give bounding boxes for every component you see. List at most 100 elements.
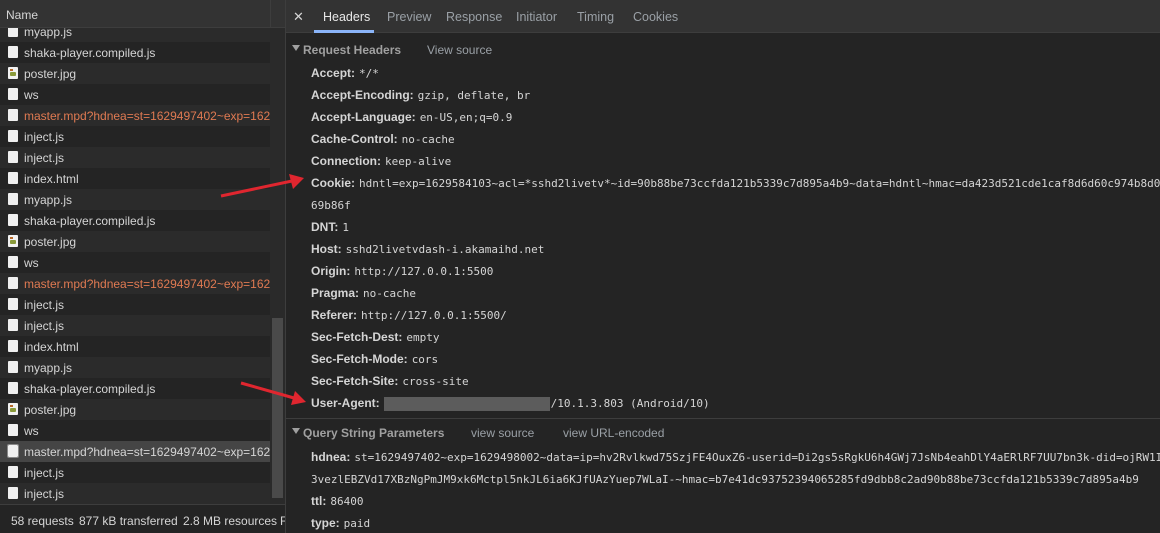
- header-key: Pragma:: [311, 286, 360, 300]
- request-row[interactable]: inject.js: [0, 147, 270, 168]
- tab-cookies[interactable]: Cookies: [633, 10, 678, 24]
- header-row: Accept-Language: en-US,en;q=0.9: [311, 110, 1160, 124]
- header-key: Origin:: [311, 264, 351, 278]
- request-details-panel: ✕ Headers Preview Response Initiator Tim…: [286, 0, 1160, 533]
- header-key: Cache-Control:: [311, 132, 398, 146]
- header-row: Origin: http://127.0.0.1:5500: [311, 264, 1160, 278]
- request-name: ws: [24, 256, 39, 270]
- request-row[interactable]: inject.js: [0, 126, 270, 147]
- request-row[interactable]: index.html: [0, 168, 270, 189]
- header-row: Referer: http://127.0.0.1:5500/: [311, 308, 1160, 322]
- header-value: http://127.0.0.1:5500/: [361, 309, 507, 322]
- tab-timing[interactable]: Timing: [577, 10, 614, 24]
- request-row[interactable]: ws: [0, 84, 270, 105]
- doc-icon: [8, 46, 18, 58]
- header-key: Host:: [311, 242, 342, 256]
- view-url-encoded-link[interactable]: view URL-encoded: [563, 426, 664, 440]
- request-name: inject.js: [24, 298, 65, 312]
- tab-headers[interactable]: Headers: [323, 10, 370, 24]
- header-key: Accept-Encoding:: [311, 88, 414, 102]
- header-value: empty: [406, 331, 440, 344]
- header-value: keep-alive: [385, 155, 452, 168]
- header-key: Sec-Fetch-Mode:: [311, 352, 408, 366]
- request-name: inject.js: [24, 151, 65, 165]
- request-row[interactable]: inject.js: [0, 483, 270, 504]
- view-source-link[interactable]: View source: [427, 43, 492, 57]
- request-row[interactable]: poster.jpg: [0, 399, 270, 420]
- doc-icon: [8, 277, 18, 289]
- image-icon: [8, 235, 18, 247]
- resources-size: 2.8 MB resources: [183, 514, 278, 528]
- name-column-header[interactable]: Name: [6, 8, 38, 22]
- header-value: en-US,en;q=0.9: [419, 111, 513, 124]
- header-row: Sec-Fetch-Mode: cors: [311, 352, 1160, 366]
- doc-icon: [8, 151, 18, 163]
- request-name: inject.js: [24, 319, 65, 333]
- query-param-value: 3vezlEBZVd17XBzNgPmJM9xk6Mctpl5nkJL6ia6K…: [311, 473, 1139, 486]
- request-row[interactable]: inject.js: [0, 294, 270, 315]
- query-params-section-header[interactable]: Query String Parameters view source view…: [286, 421, 1160, 445]
- doc-icon: [8, 340, 18, 352]
- request-row[interactable]: ws: [0, 420, 270, 441]
- request-list-header: Name: [0, 0, 285, 28]
- request-name: inject.js: [24, 466, 65, 480]
- close-icon[interactable]: ✕: [293, 9, 304, 25]
- doc-icon: [8, 361, 18, 373]
- doc-icon: [8, 487, 18, 499]
- tab-response[interactable]: Response: [446, 10, 502, 24]
- query-param-row: hdnea: st=1629497402~exp=1629498002~data=…: [311, 450, 1160, 464]
- request-row[interactable]: shaka-player.compiled.js: [0, 210, 270, 231]
- request-row[interactable]: myapp.js: [0, 189, 270, 210]
- doc-icon: [8, 382, 18, 394]
- view-source-link[interactable]: view source: [471, 426, 534, 440]
- query-param-row: ttl: 86400: [311, 494, 1160, 508]
- request-name: inject.js: [24, 130, 65, 144]
- tab-preview[interactable]: Preview: [387, 10, 431, 24]
- request-row[interactable]: inject.js: [0, 315, 270, 336]
- request-headers-title: Request Headers: [303, 43, 402, 57]
- request-row[interactable]: ws: [0, 252, 270, 273]
- header-key: Referer:: [311, 308, 358, 322]
- request-headers-section-header[interactable]: Request Headers View source: [286, 38, 1160, 62]
- request-name: myapp.js: [24, 193, 73, 207]
- query-param-key: ttl:: [311, 494, 327, 508]
- query-param-value: 86400: [330, 495, 364, 508]
- request-row[interactable]: poster.jpg: [0, 63, 270, 84]
- header-key: Accept-Language:: [311, 110, 416, 124]
- request-row[interactable]: myapp.js: [0, 357, 270, 378]
- request-row[interactable]: master.mpd?hdnea=st=1629497402~exp=162: [0, 273, 270, 294]
- request-row[interactable]: master.mpd?hdnea=st=1629497402~exp=162: [0, 441, 270, 462]
- header-row: Sec-Fetch-Site: cross-site: [311, 374, 1160, 388]
- request-row[interactable]: shaka-player.compiled.js: [0, 378, 270, 399]
- doc-icon: [8, 214, 18, 226]
- tab-initiator[interactable]: Initiator: [516, 10, 557, 24]
- header-value: cross-site: [402, 375, 469, 388]
- request-row[interactable]: master.mpd?hdnea=st=1629497402~exp=162: [0, 105, 270, 126]
- header-value: */*: [359, 67, 379, 80]
- request-row[interactable]: index.html: [0, 336, 270, 357]
- request-name: poster.jpg: [24, 403, 77, 417]
- request-row[interactable]: poster.jpg: [0, 231, 270, 252]
- request-name: master.mpd?hdnea=st=1629497402~exp=162: [24, 445, 270, 459]
- details-tab-bar: ✕ Headers Preview Response Initiator Tim…: [286, 0, 1160, 33]
- section-divider: [286, 418, 1160, 419]
- doc-icon: [8, 88, 18, 100]
- doc-icon: [8, 298, 18, 310]
- doc-icon: [8, 256, 18, 268]
- collapse-triangle-icon[interactable]: [292, 428, 300, 434]
- header-row: Connection: keep-alive: [311, 154, 1160, 168]
- collapse-triangle-icon[interactable]: [292, 45, 300, 51]
- header-key: Sec-Fetch-Dest:: [311, 330, 403, 344]
- doc-icon: [8, 193, 18, 205]
- request-row[interactable]: inject.js: [0, 462, 270, 483]
- request-name: shaka-player.compiled.js: [24, 382, 156, 396]
- active-tab-indicator: [314, 30, 374, 33]
- header-value: no-cache: [363, 287, 417, 300]
- header-value: http://127.0.0.1:5500: [354, 265, 494, 278]
- header-key: Accept:: [311, 66, 356, 80]
- header-key: Connection:: [311, 154, 381, 168]
- request-row[interactable]: shaka-player.compiled.js: [0, 42, 270, 63]
- scrollbar-thumb[interactable]: [272, 318, 283, 498]
- requests-count: 58 requests: [11, 514, 74, 528]
- redacted-block: [383, 396, 550, 411]
